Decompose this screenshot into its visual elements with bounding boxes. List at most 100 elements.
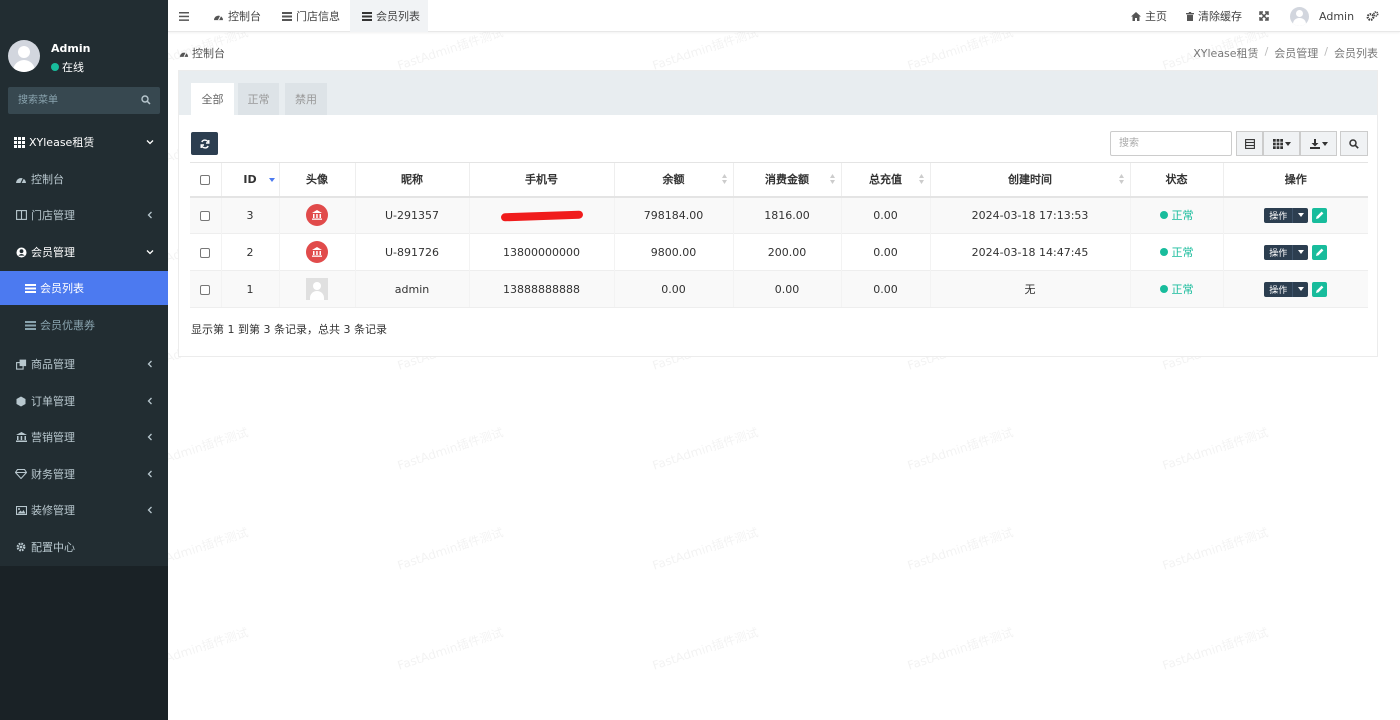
sidebar-item-member-list[interactable]: 会员列表: [0, 271, 168, 305]
top-navbar: 控制台 门店信息 会员列表 主页 清除缓存 Admin: [168, 0, 1400, 32]
row-checkbox[interactable]: [200, 210, 211, 221]
trash-icon: [1186, 11, 1194, 21]
operate-dropdown-button[interactable]: 操作: [1264, 244, 1309, 260]
operate-dropdown-button[interactable]: 操作: [1264, 281, 1309, 297]
tab-label: 控制台: [228, 10, 261, 23]
table-header-row: ID 头像 昵称 手机号 余额 消费金额 总充值 创建时间 状态 操作: [190, 162, 1368, 198]
diamond-icon: [15, 468, 27, 480]
user-name: Admin: [51, 42, 91, 55]
export-dropdown-button[interactable]: [1300, 131, 1337, 156]
cell-balance: 0.00: [613, 270, 733, 308]
gears-icon: [1366, 10, 1379, 21]
gear-icon: [15, 541, 27, 553]
operate-dropdown-button[interactable]: 操作: [1264, 207, 1309, 223]
page-title: 控制台: [179, 45, 225, 61]
online-dot-icon: [51, 63, 59, 71]
member-table: ID 头像 昵称 手机号 余额 消费金额 总充值 创建时间 状态 操作 3 U-…: [190, 162, 1368, 308]
pencil-icon: [1315, 211, 1324, 220]
sidebar-item-member-coupons[interactable]: 会员优惠券: [0, 308, 168, 342]
sidebar-item-label: 会员列表: [40, 282, 84, 295]
toggle-view-button[interactable]: [1236, 131, 1263, 156]
tab-all[interactable]: 全部: [191, 83, 234, 115]
sidebar-footer: [0, 566, 168, 720]
tab-disabled[interactable]: 禁用: [285, 83, 327, 115]
header-balance[interactable]: 余额: [613, 162, 733, 198]
sidebar-item-label: 营销管理: [31, 431, 75, 444]
status-label: 正常: [1171, 283, 1194, 296]
pencil-icon: [1315, 285, 1324, 293]
tab-member-list[interactable]: 会员列表: [350, 0, 428, 32]
clear-cache-button[interactable]: 清除缓存: [1186, 0, 1242, 32]
sidebar-item-dashboard[interactable]: 控制台: [0, 162, 168, 196]
home-icon: [1131, 11, 1141, 21]
sidebar-toggle-button[interactable]: [179, 0, 193, 32]
header-spent[interactable]: 消费金额: [732, 162, 841, 198]
table-search-input[interactable]: [1110, 131, 1232, 156]
sidebar-item-members[interactable]: 会员管理: [0, 235, 168, 269]
row-checkbox[interactable]: [200, 284, 211, 295]
watermark-text: FastAdmin插件测试: [650, 625, 760, 673]
fullscreen-button[interactable]: [1259, 0, 1273, 32]
sort-icon: [721, 174, 727, 184]
sidebar-item-xylease[interactable]: XYlease租赁: [0, 125, 168, 159]
table-row: 3 U-291357 798184.00 1816.00 0.00 2024-0…: [190, 196, 1368, 234]
hamburger-icon: [179, 11, 189, 21]
cell-created: 无: [929, 270, 1130, 308]
cell-id: 2: [220, 233, 279, 271]
pencil-icon: [1315, 248, 1324, 256]
sidebar-item-config[interactable]: 配置中心: [0, 530, 168, 564]
cell-status: 正常: [1129, 196, 1223, 234]
row-checkbox[interactable]: [200, 247, 211, 258]
tab-store-info[interactable]: 门店信息: [282, 0, 340, 32]
home-link[interactable]: 主页: [1131, 0, 1167, 32]
home-label: 主页: [1145, 10, 1167, 23]
chevron-left-icon: [147, 433, 152, 441]
sidebar-item-label: 会员管理: [31, 246, 75, 259]
tab-dashboard[interactable]: 控制台: [213, 0, 261, 32]
grid-icon: [1272, 138, 1283, 149]
sidebar-item-finance[interactable]: 财务管理: [0, 457, 168, 491]
edit-button[interactable]: [1312, 281, 1328, 297]
search-icon[interactable]: [141, 95, 151, 105]
watermark-text: FastAdmin插件测试: [395, 525, 505, 573]
edit-button[interactable]: [1312, 207, 1328, 223]
avatar-default-icon: [306, 278, 328, 300]
header-recharge[interactable]: 总充值: [840, 162, 930, 198]
admin-menu[interactable]: Admin: [1290, 0, 1354, 32]
page-title-label: 控制台: [192, 47, 225, 60]
columns-dropdown-button[interactable]: [1263, 131, 1300, 156]
watermark-text: FastAdmin插件测试: [1160, 425, 1270, 473]
user-panel: Admin 在线: [0, 0, 168, 80]
chevron-left-icon: [147, 360, 152, 368]
cell-id: 1: [220, 270, 279, 308]
watermark-text: FastAdmin插件测试: [650, 425, 760, 473]
cell-operate: 操作: [1222, 270, 1368, 308]
caret-down-icon: [1297, 213, 1304, 218]
header-created[interactable]: 创建时间: [929, 162, 1130, 198]
tab-normal[interactable]: 正常: [238, 83, 279, 115]
sidebar-item-orders[interactable]: 订单管理: [0, 384, 168, 418]
refresh-button[interactable]: [191, 132, 218, 155]
breadcrumb-item[interactable]: 会员管理: [1274, 45, 1318, 61]
table-row: 2 U-891726 13800000000 9800.00 200.00 0.…: [190, 233, 1368, 271]
sidebar-item-marketing[interactable]: 营销管理: [0, 420, 168, 454]
edit-button[interactable]: [1312, 244, 1328, 260]
user-status-label: 在线: [62, 61, 84, 74]
sidebar-item-goods[interactable]: 商品管理: [0, 347, 168, 381]
sidebar-item-decoration[interactable]: 装修管理: [0, 493, 168, 527]
refresh-icon: [200, 138, 210, 149]
sort-desc-icon: [268, 178, 275, 182]
cell-recharge: 0.00: [840, 196, 930, 234]
pagination-summary: 显示第 1 到第 3 条记录，总共 3 条记录: [191, 323, 387, 336]
header-id[interactable]: ID: [220, 162, 279, 198]
select-all-checkbox[interactable]: [200, 174, 211, 185]
breadcrumb-item[interactable]: XYlease租赁: [1193, 45, 1258, 61]
search-toggle-button[interactable]: [1340, 131, 1368, 156]
cell-created: 2024-03-18 17:13:53: [929, 196, 1130, 234]
user-status: 在线: [51, 59, 84, 75]
sidebar-item-store[interactable]: 门店管理: [0, 198, 168, 232]
settings-button[interactable]: [1366, 0, 1383, 32]
list-icon: [282, 11, 292, 21]
sidebar-search-input[interactable]: [8, 87, 134, 114]
cell-phone: 13800000000: [468, 233, 614, 271]
